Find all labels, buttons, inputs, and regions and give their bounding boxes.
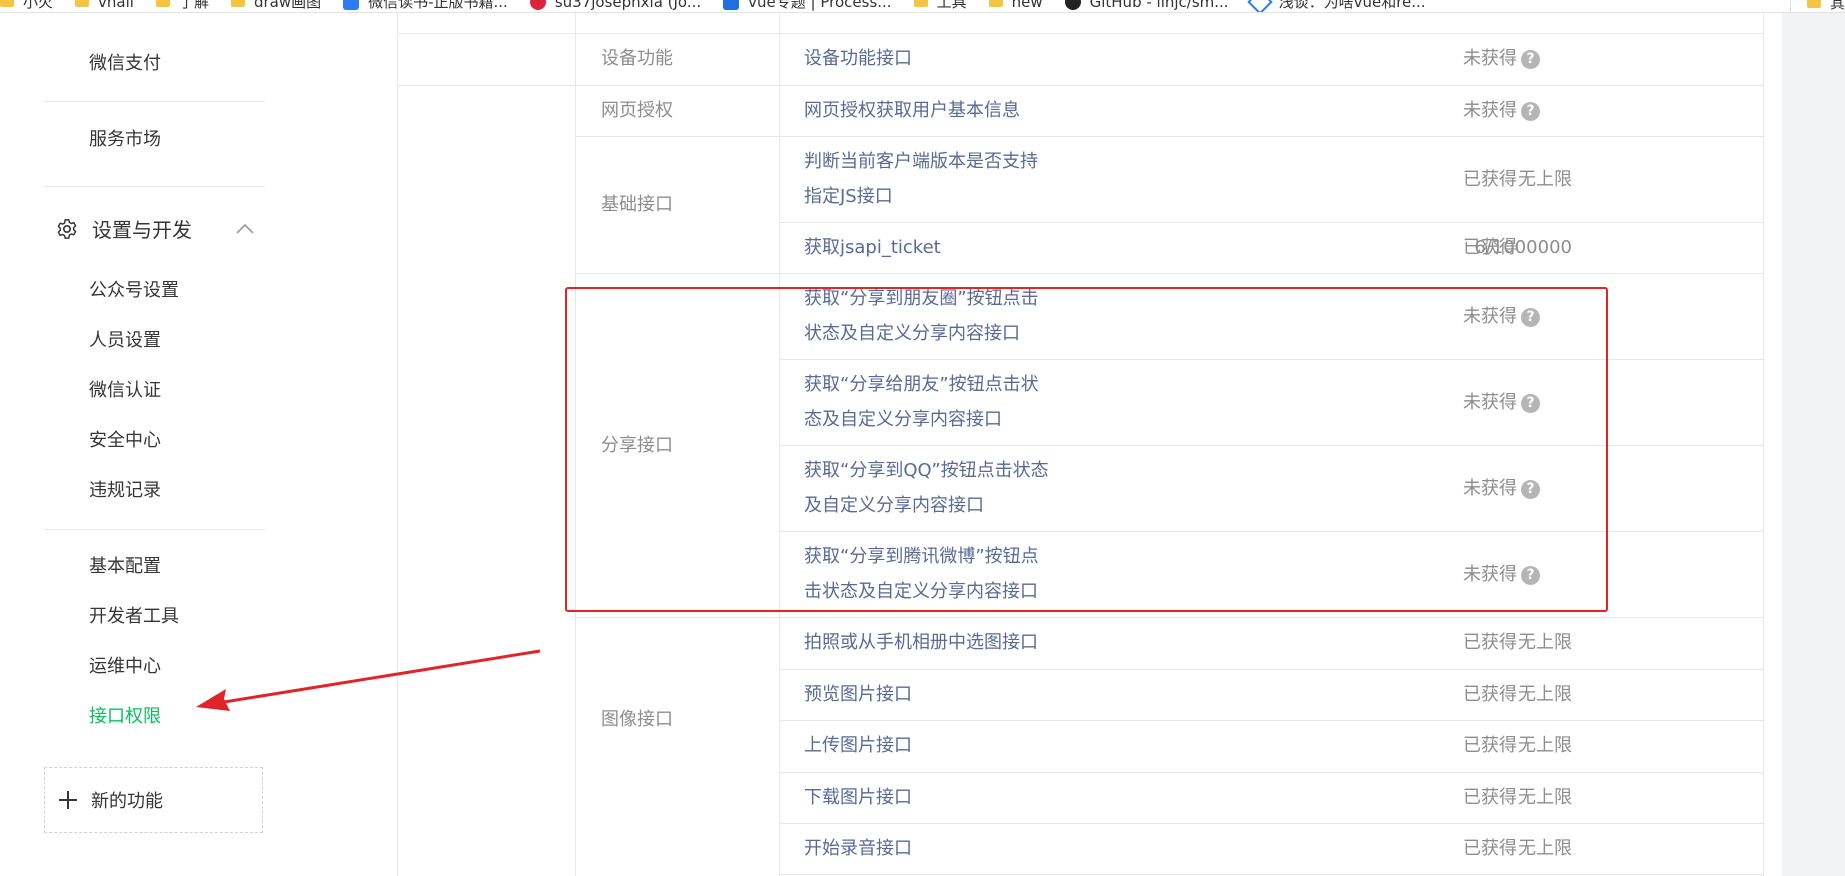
category-image: 图像接口: [601, 709, 673, 730]
new-function-button[interactable]: 新的功能: [44, 767, 263, 833]
weread-icon: [343, 0, 360, 10]
interface-name: 上传图片接口: [804, 735, 912, 756]
other-bookmarks[interactable]: 其: [1789, 0, 1845, 12]
bookmark-item[interactable]: draw画图: [230, 0, 321, 12]
status-text: 已获得: [1463, 632, 1517, 653]
category-basic: 基础接口: [601, 194, 673, 215]
sidebar-item-security[interactable]: 安全中心: [89, 430, 161, 452]
folder-icon: [155, 0, 170, 7]
status-text: 已获得: [1463, 169, 1517, 190]
limit-text: 无上限: [1518, 838, 1572, 859]
folder-icon: [230, 0, 245, 7]
sidebar-item-staff-settings[interactable]: 人员设置: [89, 330, 161, 352]
github-icon: [1064, 0, 1081, 10]
limit-text: 无上限: [1518, 684, 1572, 705]
bookmark-item[interactable]: GitHub - linjc/sm...: [1064, 0, 1229, 12]
sidebar-item-api-permissions[interactable]: 接口权限: [89, 706, 161, 728]
sidebar-section-title: 设置与开发: [92, 218, 192, 242]
bilibili-icon: [529, 0, 546, 10]
folder-icon: [1806, 0, 1821, 8]
sidebar-item-account-settings[interactable]: 公众号设置: [89, 280, 179, 302]
category-webauth: 网页授权: [601, 100, 673, 121]
bookmark-item[interactable]: 工具: [913, 0, 967, 12]
folder-icon: [75, 0, 90, 7]
interface-name: 下载图片接口: [804, 787, 912, 808]
bookmarks-bar: 小火 vhall 了解 draw画图 微信读书-正版书籍... su37jose…: [0, 0, 1845, 13]
help-icon[interactable]: ?: [1521, 49, 1540, 69]
annotation-highlight-box: [565, 287, 1608, 612]
divider: [44, 529, 265, 530]
status-text: 已获得: [1463, 735, 1517, 756]
chevron-up-icon[interactable]: [236, 224, 254, 234]
status-text: 已获得: [1463, 838, 1517, 859]
interface-name: 网页授权获取用户基本信息: [804, 100, 1020, 121]
status-text: 已获得: [1463, 237, 1517, 258]
interface-name: 判断当前客户端版本是否支持指定JS接口: [804, 151, 1038, 207]
bookmark-item[interactable]: 浅谈：为啥vue和re...: [1246, 0, 1426, 12]
interface-name: 预览图片接口: [804, 684, 912, 705]
sidebar-item-wechat-pay[interactable]: 微信支付: [89, 53, 161, 75]
bookmark-item[interactable]: 微信读书-正版书籍...: [343, 0, 508, 12]
sidebar: 微信支付 服务市场 设置与开发 公众号设置 人员设置 微信认证 安全中心 违规记…: [0, 12, 346, 876]
interface-name: 设备功能接口: [804, 48, 912, 69]
divider: [44, 186, 265, 187]
bookmark-item[interactable]: su37josephxia (Jo...: [529, 0, 701, 12]
diamond-icon: [1246, 0, 1273, 12]
sidebar-item-verification[interactable]: 微信认证: [89, 380, 161, 402]
plus-icon: [59, 791, 77, 809]
annotation-arrow-icon: [196, 649, 541, 711]
bookmark-item[interactable]: vue专题 | Process...: [723, 0, 892, 12]
sidebar-item-ops-center[interactable]: 运维中心: [89, 656, 161, 678]
bookmark-item[interactable]: 小火: [0, 0, 53, 12]
sidebar-item-basic-config[interactable]: 基本配置: [89, 556, 161, 578]
status-text: 已获得: [1463, 787, 1517, 808]
interface-name: 开始录音接口: [804, 838, 912, 859]
category-device: 设备功能: [601, 48, 673, 69]
limit-text: 无上限: [1518, 169, 1572, 190]
interface-name: 获取jsapi_ticket: [804, 237, 941, 258]
limit-text: 无上限: [1518, 735, 1572, 756]
site-icon: [723, 0, 740, 10]
bookmark-item[interactable]: 了解: [155, 0, 209, 12]
bookmark-item[interactable]: vhall: [75, 0, 134, 12]
limit-text: 无上限: [1518, 632, 1572, 653]
sidebar-item-violations[interactable]: 违规记录: [89, 480, 161, 502]
sidebar-item-service-market[interactable]: 服务市场: [89, 129, 161, 151]
interface-name: 拍照或从手机相册中选图接口: [804, 632, 1038, 653]
sidebar-item-dev-tools[interactable]: 开发者工具: [89, 606, 179, 628]
folder-icon: [988, 0, 1003, 7]
limit-text: 无上限: [1518, 787, 1572, 808]
status-text: 已获得: [1463, 684, 1517, 705]
folder-icon: [0, 0, 14, 7]
status-text: 未获得?: [1463, 100, 1540, 122]
divider: [44, 101, 265, 102]
help-icon[interactable]: ?: [1521, 101, 1540, 121]
gear-icon: [57, 218, 77, 239]
folder-icon: [913, 0, 928, 7]
status-text: 未获得?: [1463, 48, 1540, 70]
sidebar-section-settings-dev[interactable]: 设置与开发: [56, 214, 192, 243]
bookmark-item[interactable]: new: [988, 0, 1043, 12]
